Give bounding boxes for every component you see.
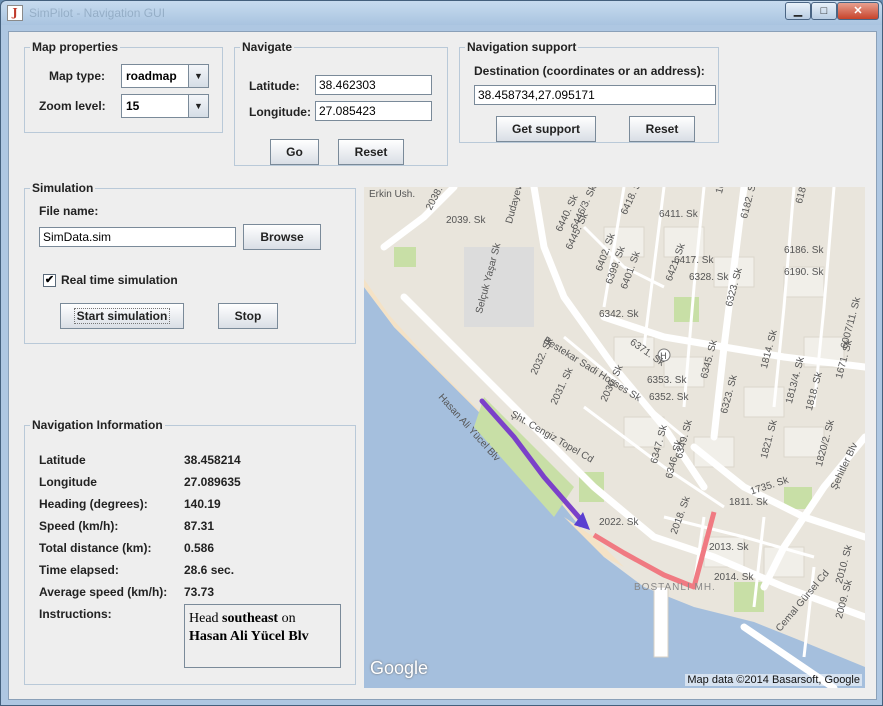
street-label: 1811. Sk xyxy=(729,497,768,508)
navigate-title: Navigate xyxy=(240,40,295,54)
start-simulation-label: Start simulation xyxy=(73,308,171,324)
chevron-down-icon[interactable]: ▼ xyxy=(188,65,208,87)
navigate-reset-button[interactable]: Reset xyxy=(338,139,404,165)
destination-input[interactable] xyxy=(474,85,716,105)
close-button[interactable]: ✕ xyxy=(837,2,879,20)
java-app-icon: J xyxy=(7,5,23,21)
latitude-input[interactable] xyxy=(315,75,432,95)
realtime-checkbox[interactable]: ✔ xyxy=(43,274,56,287)
map-properties-title: Map properties xyxy=(30,40,121,54)
map-properties-group: Map properties Map type: roadmap ▼ Zoom … xyxy=(24,40,223,133)
longitude-input[interactable] xyxy=(315,101,432,121)
instructions-box: Head southeast on Hasan Ali Yücel Blv xyxy=(184,604,341,668)
app-window: J SimPilot - Navigation GUI ▁ □ ✕ Map pr… xyxy=(0,0,883,706)
street-label: 6328. Sk xyxy=(689,272,729,283)
info-value-total-distance: 0.586 xyxy=(184,541,215,555)
info-label-longitude: Longitude xyxy=(39,475,97,489)
info-value-heading: 140.19 xyxy=(184,497,221,511)
navigation-info-group: Navigation Information Latitude 38.45821… xyxy=(24,418,356,685)
street-label: 2013. Sk xyxy=(709,542,749,553)
realtime-label: Real time simulation xyxy=(61,273,178,287)
longitude-label: Longitude: xyxy=(249,105,311,119)
street-label: 6190. Sk xyxy=(784,267,824,278)
minimize-button[interactable]: ▁ xyxy=(785,2,811,20)
info-value-time-elapsed: 28.6 sec. xyxy=(184,563,235,577)
get-support-button[interactable]: Get support xyxy=(496,116,596,142)
street-label: BOSTANLI MH. xyxy=(634,582,716,593)
title-bar[interactable]: J SimPilot - Navigation GUI ▁ □ ✕ xyxy=(1,1,882,25)
street-label: 6353. Sk xyxy=(647,375,687,386)
file-name-input[interactable] xyxy=(39,227,236,247)
info-label-average-speed: Average speed (km/h): xyxy=(39,585,168,599)
info-label-heading: Heading (degrees): xyxy=(39,497,148,511)
info-label-speed: Speed (km/h): xyxy=(39,519,119,533)
street-label: 6352. Sk xyxy=(649,392,689,403)
navigate-group: Navigate Latitude: Longitude: Go Reset xyxy=(234,40,448,166)
street-label: 6342. Sk xyxy=(599,309,639,320)
simulation-group: Simulation File name: Browse ✔ Real time… xyxy=(24,181,356,344)
street-label: 6186. Sk xyxy=(784,245,824,256)
info-value-latitude: 38.458214 xyxy=(184,453,241,467)
navigation-info-title: Navigation Information xyxy=(30,418,165,432)
go-button[interactable]: Go xyxy=(270,139,319,165)
navigation-support-group: Navigation support Destination (coordina… xyxy=(459,40,719,143)
street-label: 2039. Sk xyxy=(446,215,486,226)
info-label-latitude: Latitude xyxy=(39,453,86,467)
start-simulation-button[interactable]: Start simulation xyxy=(60,303,184,329)
main-panel: Map properties Map type: roadmap ▼ Zoom … xyxy=(8,31,877,700)
instructions-label: Instructions: xyxy=(39,607,112,621)
maximize-button[interactable]: □ xyxy=(811,2,837,20)
zoom-level-label: Zoom level: xyxy=(39,99,106,113)
map-type-value: roadmap xyxy=(126,69,177,83)
destination-label: Destination (coordinates or an address): xyxy=(474,64,705,78)
map-type-label: Map type: xyxy=(49,69,106,83)
street-label: 2014. Sk xyxy=(714,572,754,583)
map-view[interactable]: H Erkin Ush. 2038. Sk 2039. Sk Dudayev Blv 6… xyxy=(364,187,865,688)
stop-button[interactable]: Stop xyxy=(218,303,278,329)
support-reset-button[interactable]: Reset xyxy=(629,116,695,142)
map-type-select[interactable]: roadmap ▼ xyxy=(121,64,209,88)
map-attribution: Map data ©2014 Basarsoft, Google xyxy=(685,674,862,686)
zoom-level-select[interactable]: 15 ▼ xyxy=(121,94,209,118)
file-name-label: File name: xyxy=(39,204,99,218)
street-label: 2022. Sk xyxy=(599,517,639,528)
street-label: 6411. Sk xyxy=(659,209,698,220)
info-label-time-elapsed: Time elapsed: xyxy=(39,563,119,577)
latitude-label: Latitude: xyxy=(249,79,300,93)
zoom-level-value: 15 xyxy=(126,99,140,113)
browse-button[interactable]: Browse xyxy=(243,224,321,250)
simulation-title: Simulation xyxy=(30,181,96,195)
info-value-speed: 87.31 xyxy=(184,519,215,533)
instructions-line-1: Head southeast on xyxy=(189,611,296,626)
navigation-support-title: Navigation support xyxy=(465,40,579,54)
google-logo: Google xyxy=(370,658,429,678)
info-value-average-speed: 73.73 xyxy=(184,585,215,599)
info-label-total-distance: Total distance (km): xyxy=(39,541,152,555)
instructions-street: Hasan Ali Yücel Blv xyxy=(189,629,309,644)
street-label: Erkin Ush. xyxy=(369,189,416,200)
chevron-down-icon[interactable]: ▼ xyxy=(188,95,208,117)
window-title: SimPilot - Navigation GUI xyxy=(29,6,166,20)
info-value-longitude: 27.089635 xyxy=(184,475,241,489)
